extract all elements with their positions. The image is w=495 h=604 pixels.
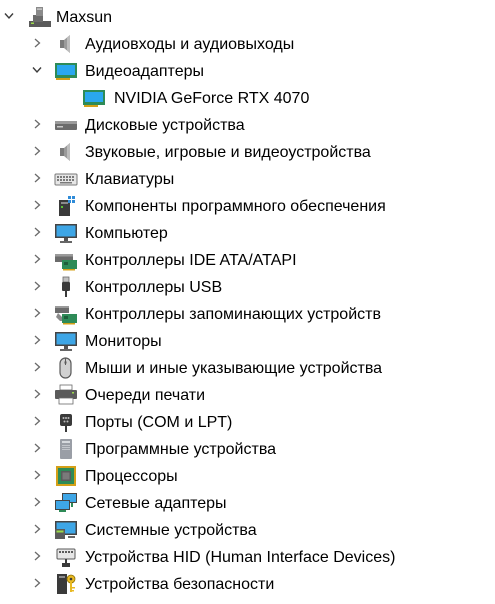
category-monitors[interactable]: Мониторы [0, 328, 495, 355]
category-display-adapters[interactable]: Видеоадаптеры [0, 58, 495, 85]
system-device-icon [54, 519, 78, 541]
speaker-icon [54, 141, 78, 163]
category-ide-controllers[interactable]: Контроллеры IDE ATA/ATAPI [0, 247, 495, 274]
category-label: Очереди печати [85, 387, 206, 404]
port-icon [54, 411, 78, 433]
display-adapter-icon [82, 87, 106, 109]
category-label: Компьютер [85, 225, 168, 242]
chevron-right-icon[interactable] [30, 144, 44, 158]
category-sound-devices[interactable]: Звуковые, игровые и видеоустройства [0, 139, 495, 166]
category-label: Компоненты программного обеспечения [85, 198, 386, 215]
chevron-right-icon[interactable] [30, 495, 44, 509]
category-label: Дисковые устройства [85, 117, 245, 134]
category-label: Программные устройства [85, 441, 277, 458]
category-print-queues[interactable]: Очереди печати [0, 382, 495, 409]
computer-tower-icon [28, 6, 52, 28]
security-key-icon [54, 573, 78, 595]
category-label: Устройства HID (Human Interface Devices) [85, 549, 396, 566]
chevron-right-icon[interactable] [30, 387, 44, 401]
device-label: NVIDIA GeForce RTX 4070 [114, 90, 310, 107]
category-network-adapters[interactable]: Сетевые адаптеры [0, 490, 495, 517]
hid-device-icon [54, 546, 78, 568]
category-label: Клавиатуры [85, 171, 175, 188]
category-label: Видеоадаптеры [85, 63, 204, 80]
category-audio-io[interactable]: Аудиовходы и аудиовыходы [0, 31, 495, 58]
category-label: Порты (COM и LPT) [85, 414, 233, 431]
category-mice[interactable]: Мыши и иные указывающие устройства [0, 355, 495, 382]
chevron-right-icon[interactable] [30, 576, 44, 590]
chevron-right-icon[interactable] [30, 441, 44, 455]
category-hid-devices[interactable]: Устройства HID (Human Interface Devices) [0, 544, 495, 571]
chevron-right-icon[interactable] [30, 198, 44, 212]
ide-controller-icon [54, 249, 78, 271]
category-label: Звуковые, игровые и видеоустройства [85, 144, 371, 161]
category-software-components[interactable]: Компоненты программного обеспечения [0, 193, 495, 220]
chevron-right-icon[interactable] [30, 414, 44, 428]
category-label: Контроллеры IDE ATA/ATAPI [85, 252, 297, 269]
category-computer[interactable]: Компьютер [0, 220, 495, 247]
chevron-right-icon[interactable] [30, 549, 44, 563]
disk-drive-icon [54, 114, 78, 136]
category-usb-controllers[interactable]: Контроллеры USB [0, 274, 495, 301]
monitor-icon [54, 222, 78, 244]
mouse-icon [54, 357, 78, 379]
software-device-icon [54, 438, 78, 460]
chevron-down-icon[interactable] [2, 9, 16, 23]
category-label: Системные устройства [85, 522, 257, 539]
keyboard-icon [54, 168, 78, 190]
category-software-devices[interactable]: Программные устройства [0, 436, 495, 463]
speaker-icon [54, 33, 78, 55]
chevron-right-icon[interactable] [30, 306, 44, 320]
category-disk-drives[interactable]: Дисковые устройства [0, 112, 495, 139]
chevron-right-icon[interactable] [30, 36, 44, 50]
chevron-right-icon[interactable] [30, 333, 44, 347]
chevron-right-icon[interactable] [30, 279, 44, 293]
category-label: Устройства безопасности [85, 576, 275, 593]
category-label: Контроллеры запоминающих устройств [85, 306, 381, 323]
network-adapter-icon [54, 492, 78, 514]
storage-controller-icon [54, 303, 78, 325]
category-storage-controllers[interactable]: Контроллеры запоминающих устройств [0, 301, 495, 328]
category-label: Сетевые адаптеры [85, 495, 227, 512]
tree-root-maxsun[interactable]: Maxsun [0, 4, 495, 31]
usb-plug-icon [54, 276, 78, 298]
category-keyboards[interactable]: Клавиатуры [0, 166, 495, 193]
category-ports[interactable]: Порты (COM и LPT) [0, 409, 495, 436]
category-label: Контроллеры USB [85, 279, 223, 296]
processor-icon [54, 465, 78, 487]
display-adapter-icon [54, 60, 78, 82]
chevron-right-icon[interactable] [30, 117, 44, 131]
category-label: Мониторы [85, 333, 162, 350]
chevron-right-icon[interactable] [30, 360, 44, 374]
chevron-right-icon[interactable] [30, 225, 44, 239]
category-system-devices[interactable]: Системные устройства [0, 517, 495, 544]
category-processors[interactable]: Процессоры [0, 463, 495, 490]
chevron-right-icon[interactable] [30, 252, 44, 266]
category-label: Аудиовходы и аудиовыходы [85, 36, 295, 53]
device-manager-tree: Maxsun Аудиовходы и аудиовыходы Видеоада… [0, 0, 495, 604]
category-security-devices[interactable]: Устройства безопасности [0, 571, 495, 598]
tree-root-label: Maxsun [56, 9, 113, 26]
category-label: Процессоры [85, 468, 178, 485]
chevron-right-icon[interactable] [30, 171, 44, 185]
chevron-right-icon[interactable] [30, 468, 44, 482]
software-component-icon [54, 195, 78, 217]
printer-icon [54, 384, 78, 406]
device-nvidia-rtx-4070[interactable]: NVIDIA GeForce RTX 4070 [0, 85, 495, 112]
monitor-icon [54, 330, 78, 352]
category-label: Мыши и иные указывающие устройства [85, 360, 383, 377]
chevron-down-icon[interactable] [30, 63, 44, 77]
chevron-right-icon[interactable] [30, 522, 44, 536]
